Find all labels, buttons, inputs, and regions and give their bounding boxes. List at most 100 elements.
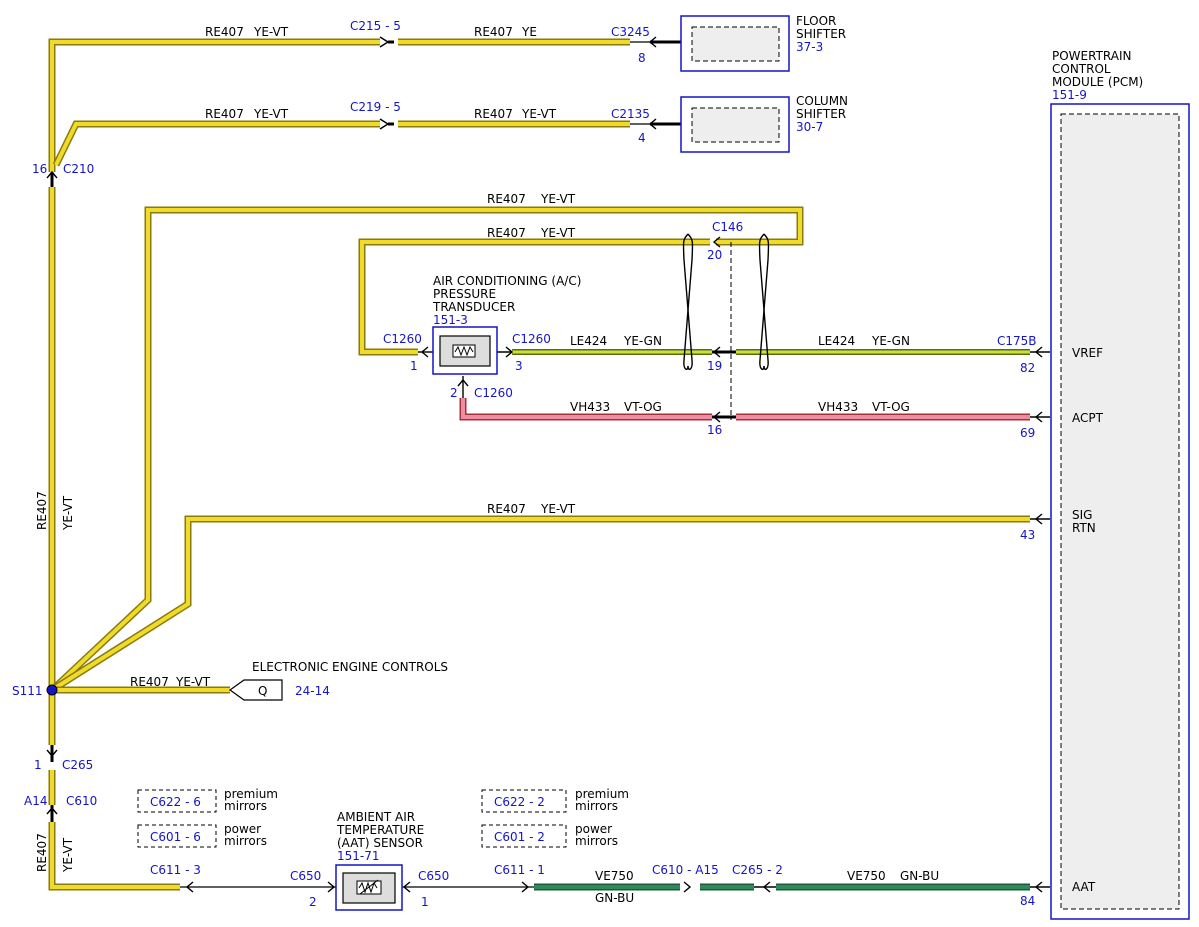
- pcm-rtn: RTN: [1072, 521, 1096, 535]
- pcm-acpt: ACPT: [1072, 411, 1104, 425]
- c1260-pin1: 1: [410, 359, 418, 373]
- wire-color-ye-vt-d: YE-VT: [521, 107, 557, 121]
- c610-a15-label: C610 - A15: [652, 863, 719, 877]
- c622-6-label: C622 - 6: [150, 795, 201, 809]
- connector-symbols: [46, 36, 1050, 893]
- s111-label: S111: [12, 684, 43, 698]
- c146-pin16: 16: [707, 423, 722, 437]
- ac-transducer-line1: AIR CONDITIONING (A/C): [433, 274, 581, 288]
- c1260-label-right: C1260: [512, 332, 551, 346]
- c265-pin: 1: [34, 758, 42, 772]
- wire-label-re407-f: RE407: [487, 226, 526, 240]
- wire-color-ye: YE: [521, 25, 537, 39]
- floor-shifter-line1: FLOOR: [796, 14, 836, 28]
- c650-pin1: 1: [421, 895, 429, 909]
- aat-line2: TEMPERATURE: [336, 823, 424, 837]
- c146-pin19: 19: [707, 359, 722, 373]
- c601-2-label: C601 - 2: [494, 830, 545, 844]
- c611-1-label: C611 - 1: [494, 863, 545, 877]
- wire-label-ve750-b: VE750: [847, 869, 886, 883]
- pcm-ref: 151-9: [1052, 88, 1087, 102]
- c610-pin: A14: [24, 794, 47, 808]
- c210-pin: 16: [32, 162, 47, 176]
- power-left-2: mirrors: [224, 834, 267, 848]
- c2135-pin: 4: [638, 131, 646, 145]
- c3245-label: C3245: [611, 25, 650, 39]
- eec-label: ELECTRONIC ENGINE CONTROLS: [252, 660, 448, 674]
- floor-shifter-box[interactable]: [680, 15, 790, 72]
- c3245-pin: 8: [638, 51, 646, 65]
- ac-transducer-ref: 151-3: [433, 313, 468, 327]
- ac-transducer-box[interactable]: [432, 326, 498, 375]
- aat-line1: AMBIENT AIR: [337, 810, 415, 824]
- pcm-pin43: 43: [1020, 528, 1035, 542]
- bottom-re407-label: RE407: [35, 833, 49, 872]
- column-shifter-ref: 30-7: [796, 120, 823, 134]
- ac-transducer-line3: TRANSDUCER: [432, 300, 515, 314]
- wire-color-ye-vt-g: YE-VT: [540, 502, 576, 516]
- trunk-ye-vt-label: YE-VT: [61, 495, 75, 531]
- pcm-aat: AAT: [1072, 880, 1096, 894]
- pcm-sig: SIG: [1072, 508, 1092, 522]
- c650-label-right: C650: [418, 869, 449, 883]
- wire-color-ye-vt-f: YE-VT: [540, 226, 576, 240]
- wire-color-ye-gn-a: YE-GN: [623, 334, 662, 348]
- aat-line3: (AAT) SENSOR: [337, 836, 423, 850]
- wire-label-re407-e: RE407: [487, 192, 526, 206]
- vh433-wires: [459, 398, 1030, 421]
- c610-label: C610: [66, 794, 97, 808]
- pcm-pin69: 69: [1020, 426, 1035, 440]
- wire-color-gn-bu-b: GN-BU: [900, 869, 939, 883]
- column-shifter-line1: COLUMN: [796, 94, 848, 108]
- c650-label-left: C650: [290, 869, 321, 883]
- power-right-2: mirrors: [575, 834, 618, 848]
- c2135-label: C2135: [611, 107, 650, 121]
- floor-shifter-ref: 37-3: [796, 40, 823, 54]
- c265-2-label: C265 - 2: [732, 863, 783, 877]
- pcm-pin82: 82: [1020, 361, 1035, 375]
- wire-color-vt-og-a: VT-OG: [624, 400, 662, 414]
- bottom-ye-vt-label: YE-VT: [61, 837, 75, 873]
- thin-wires: [180, 41, 680, 888]
- floor-shifter-line2: SHIFTER: [796, 27, 846, 41]
- premium-left-2: mirrors: [224, 799, 267, 813]
- wire-label-le424-b: LE424: [818, 334, 855, 348]
- wiring-diagram: RE407 YE-VT C215 - 5 RE407 YE C3245 8 FL…: [12, 14, 1190, 920]
- wire-color-vt-og-b: VT-OG: [872, 400, 910, 414]
- c1260-label-left: C1260: [383, 332, 422, 346]
- trunk-re407-label: RE407: [35, 491, 49, 530]
- column-shifter-box[interactable]: [680, 96, 790, 153]
- wire-label-re407-c: RE407: [205, 107, 244, 121]
- eec-ref: 24-14: [295, 684, 330, 698]
- premium-right-2: mirrors: [575, 799, 618, 813]
- c1260-pin2: 2: [450, 386, 458, 400]
- c1260-pin3: 3: [515, 359, 523, 373]
- c1260-label-bottom: C1260: [474, 386, 513, 400]
- wire-label-vh433-b: VH433: [818, 400, 858, 414]
- wire-label-re407-d: RE407: [474, 107, 513, 121]
- pcm-vref: VREF: [1072, 346, 1103, 360]
- c622-2-label: C622 - 2: [494, 795, 545, 809]
- wire-color-ye-vt-c: YE-VT: [253, 107, 289, 121]
- q-flag-text: Q: [258, 684, 267, 698]
- wire-label-vh433-a: VH433: [570, 400, 610, 414]
- c219-5-label: C219 - 5: [350, 100, 401, 114]
- c175b-label: C175B: [997, 334, 1037, 348]
- wire-label-le424-a: LE424: [570, 334, 607, 348]
- c611-3-label: C611 - 3: [150, 863, 201, 877]
- column-shifter-line2: SHIFTER: [796, 107, 846, 121]
- wire-label-re407-a: RE407: [205, 25, 244, 39]
- aat-ref: 151-71: [337, 849, 380, 863]
- s111-splice-dot[interactable]: [46, 684, 58, 696]
- wire-color-ye-vt-h: YE-VT: [175, 675, 211, 689]
- pcm-line1: POWERTRAIN: [1052, 49, 1132, 63]
- wire-label-re407-b: RE407: [474, 25, 513, 39]
- wire-color-ye-gn-b: YE-GN: [871, 334, 910, 348]
- q-page-flag-icon[interactable]: [228, 679, 283, 701]
- aat-sensor-box[interactable]: [335, 864, 403, 911]
- c146-pin20: 20: [707, 248, 722, 262]
- c146-label: C146: [712, 220, 743, 234]
- pcm-line2: CONTROL: [1052, 62, 1111, 76]
- wire-label-re407-h: RE407: [130, 675, 169, 689]
- wire-color-ye-vt-a: YE-VT: [253, 25, 289, 39]
